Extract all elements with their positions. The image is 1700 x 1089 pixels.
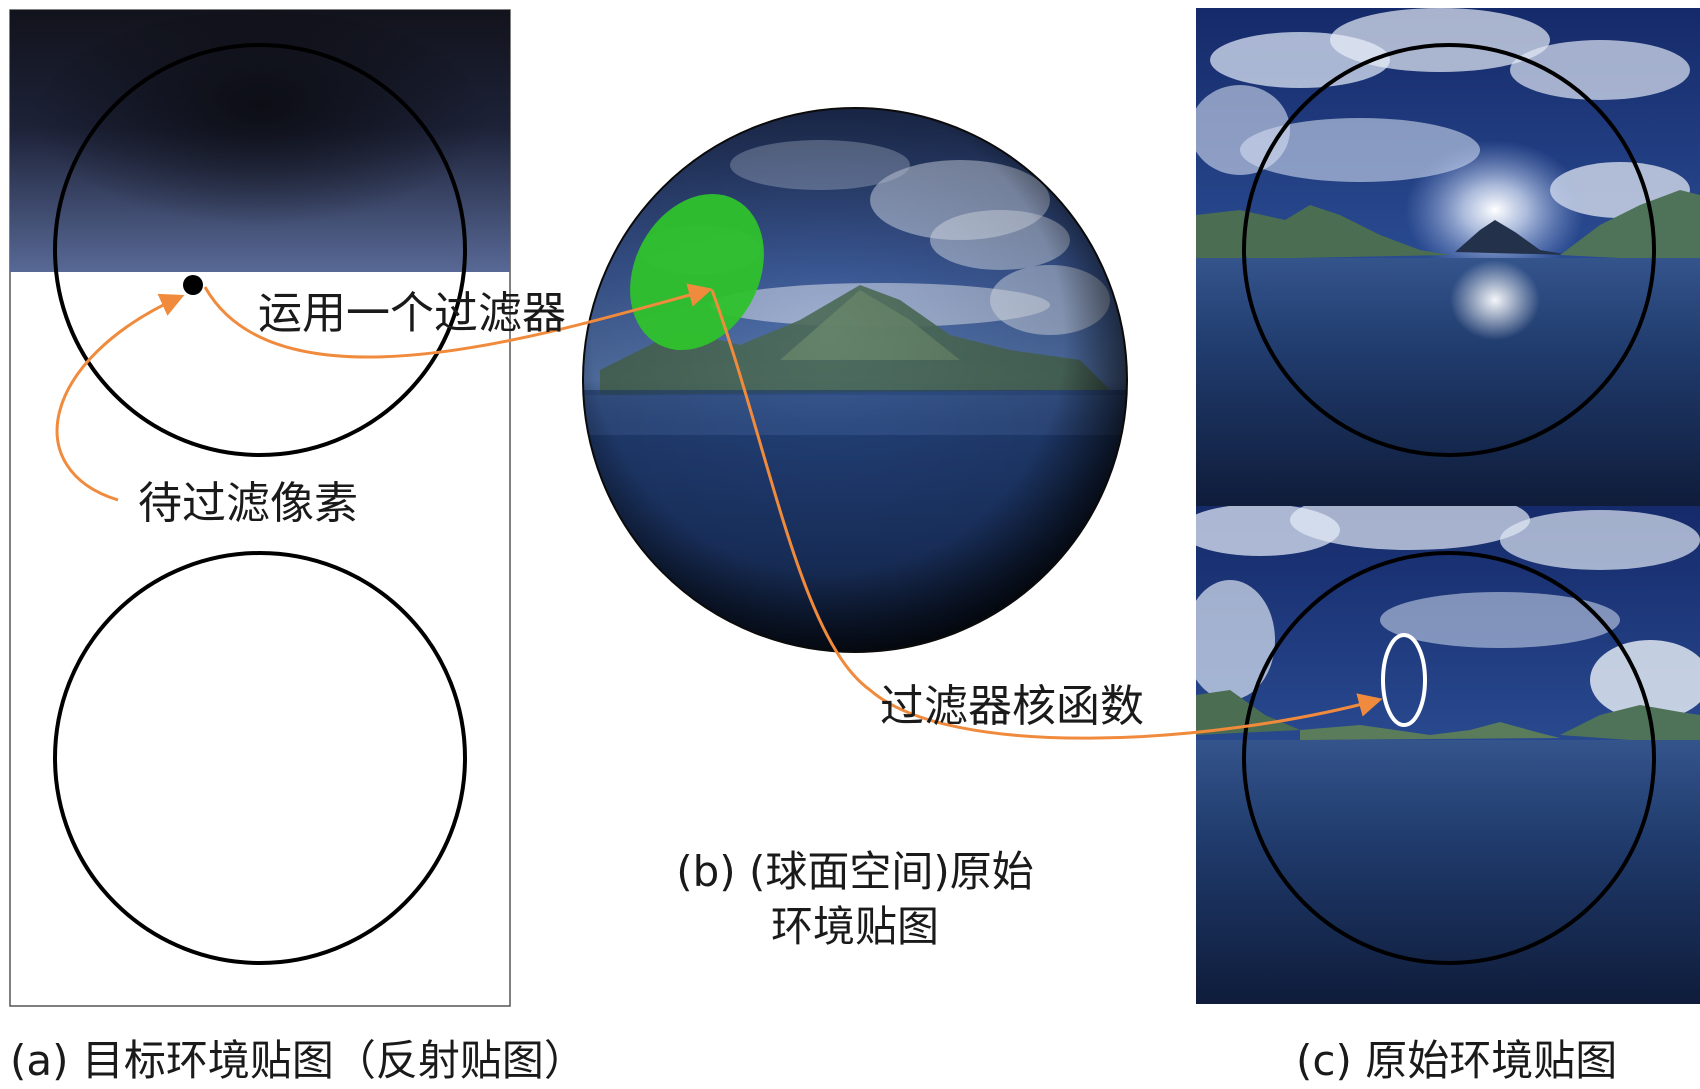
diagram-stage: 运用一个过滤器 待过滤像素 过滤器核函数 (a) 目标环境贴图（反射贴图） (b… — [0, 0, 1700, 1088]
caption-b-line2: 环境贴图 — [770, 901, 939, 951]
panel-c-source-map-lower — [1196, 506, 1700, 1004]
panel-c-source-map-upper — [1196, 8, 1700, 506]
caption-b-line1: (b) (球面空间)原始 — [676, 847, 1034, 896]
label-filter-kernel: 过滤器核函数 — [880, 681, 1144, 732]
caption-b: (b) (球面空间)原始 环境贴图 — [650, 845, 1060, 954]
caption-c: (c) 原始环境贴图 — [1296, 1036, 1618, 1085]
label-pixel-to-filter: 待过滤像素 — [138, 478, 358, 529]
panel-b-sphere — [582, 107, 1128, 653]
pixel-dot-icon — [183, 275, 203, 295]
label-apply-filter: 运用一个过滤器 — [258, 288, 566, 339]
caption-a: (a) 目标环境贴图（反射贴图） — [10, 1036, 586, 1085]
